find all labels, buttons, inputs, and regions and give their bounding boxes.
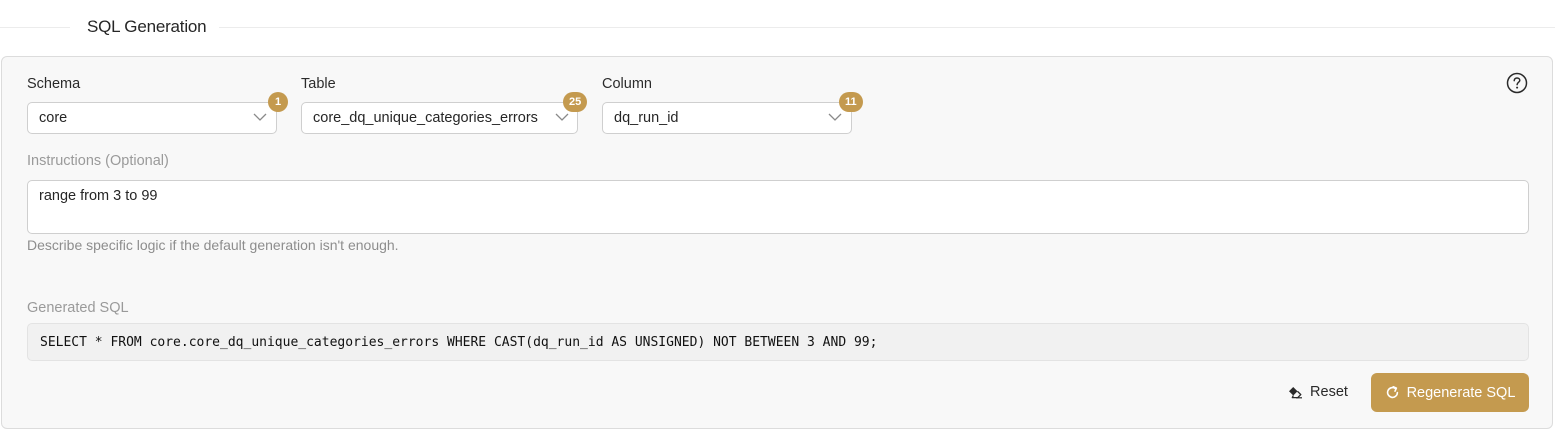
header-rule-right xyxy=(219,27,1555,28)
regenerate-sql-button-label: Regenerate SQL xyxy=(1406,384,1516,401)
regenerate-sql-button[interactable]: Regenerate SQL xyxy=(1371,373,1529,412)
instructions-helper-text: Describe specific logic if the default g… xyxy=(27,237,399,253)
refresh-icon xyxy=(1386,386,1398,399)
column-select[interactable]: dq_run_id 11 xyxy=(602,92,863,134)
generated-sql-output: SELECT * FROM core.core_dq_unique_catego… xyxy=(27,323,1529,361)
section-title: SQL Generation xyxy=(87,17,207,36)
column-select-value: dq_run_id xyxy=(614,110,679,126)
schema-select[interactable]: core 1 xyxy=(27,92,288,134)
chevron-down-icon xyxy=(828,113,842,121)
instructions-label: Instructions (Optional) xyxy=(27,153,169,169)
generated-sql-label: Generated SQL xyxy=(27,300,129,316)
reset-button[interactable]: Reset xyxy=(1278,373,1358,411)
header-rule-left xyxy=(0,27,70,28)
sql-generation-panel: Schema core 1 Table core_dq_unique_categ… xyxy=(1,56,1553,429)
section-header: SQL Generation xyxy=(0,0,1555,56)
question-circle-icon[interactable] xyxy=(1506,72,1528,94)
table-count-badge: 25 xyxy=(563,92,588,112)
reset-button-label: Reset xyxy=(1310,384,1348,400)
column-label: Column xyxy=(602,76,652,92)
schema-select-value: core xyxy=(39,110,68,126)
chevron-down-icon xyxy=(555,113,569,121)
schema-label: Schema xyxy=(27,76,81,92)
table-select-value: core_dq_unique_categories_errors xyxy=(313,110,538,126)
table-select[interactable]: core_dq_unique_categories_errors 25 xyxy=(301,92,588,134)
eraser-icon xyxy=(1289,386,1303,398)
chevron-down-icon xyxy=(253,113,267,121)
column-count-badge: 11 xyxy=(839,92,863,112)
schema-count-badge: 1 xyxy=(268,92,288,112)
instructions-textarea[interactable]: range from 3 to 99 xyxy=(27,180,1529,234)
table-label: Table xyxy=(301,76,336,92)
